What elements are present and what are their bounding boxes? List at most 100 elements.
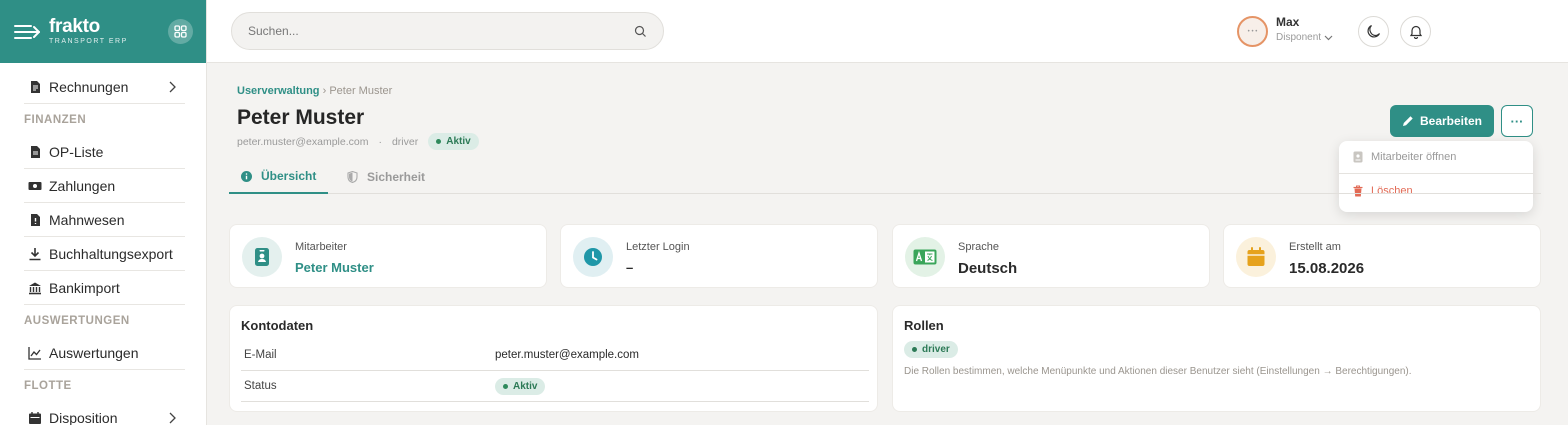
search-box [231,12,664,50]
tab-label: Übersicht [261,169,317,183]
notifications-button[interactable] [1400,16,1431,47]
dark-mode-button[interactable] [1358,16,1389,47]
account-row-email: E-Mail peter.muster@example.com [241,340,869,371]
page-title: Peter Muster [237,106,365,129]
more-icon: ··· [1510,113,1524,129]
search-icon[interactable] [634,25,647,38]
tab-sicherheit[interactable]: Sicherheit [335,160,437,194]
sidebar-item-mahnwesen[interactable]: Mahnwesen [24,203,185,237]
sidebar-item-label: Buchhaltungsexport [49,245,173,262]
user-meta: peter.muster@example.com · driver Aktiv [237,133,479,150]
clock-icon [584,248,602,266]
sidebar-item-rechnungen[interactable]: Rechnungen [24,70,185,104]
info-icon [241,170,252,182]
user-role-label: Disponent [1276,32,1322,43]
status-dot [503,383,508,389]
money-icon [28,181,42,190]
user-email: peter.muster@example.com [237,135,369,148]
field-value: peter.muster@example.com [495,349,639,361]
sidebar-item-label: Mahnwesen [49,211,125,228]
stat-icon-wrap [573,237,613,277]
status-badge: Aktiv [428,133,479,150]
breadcrumb-separator: › [322,85,327,97]
role-badge-label: driver [922,344,950,355]
status-badge-label: Aktiv [446,136,471,147]
calendar-icon [29,411,41,424]
stat-icon-wrap [905,237,945,277]
tab-bar: Übersicht Sicherheit [229,160,1541,194]
sidebar-item-label: Auswertungen [49,344,139,361]
stat-icon-wrap [242,237,282,277]
section-auswertungen: AUSWERTUNGEN [24,314,130,327]
warning-document-icon [31,213,40,226]
stat-card-erstellt-am: Erstellt am 15.08.2026 [1223,224,1541,288]
field-label: Status [244,380,277,392]
tab-label: Sicherheit [367,170,426,184]
download-icon [29,247,41,260]
stat-value: 15.08.2026 [1289,260,1365,277]
tab-uebersicht[interactable]: Übersicht [229,160,329,194]
chevron-right-icon [169,81,176,93]
chevron-down-icon [1324,35,1333,40]
sidebar-item-auswertungen[interactable]: Auswertungen [24,336,185,370]
more-actions-button[interactable]: ··· [1501,105,1533,137]
pencil-icon [1402,116,1413,126]
id-badge-icon [255,248,269,266]
document-icon [31,145,40,158]
roles-hint: Die Rollen bestimmen, welche Menüpunkte … [904,366,1412,377]
brand-header: frakto TRANSPORT ERP [0,0,206,63]
bank-icon [29,282,41,294]
stat-icon-wrap [1236,237,1276,277]
chart-line-icon [28,346,41,360]
sidebar-item-bankimport[interactable]: Bankimport [24,271,185,305]
roles-panel: Rollen driver Die Rollen bestimmen, welc… [892,305,1541,412]
logo-name: frakto [49,16,100,37]
invoice-icon [31,80,40,93]
edit-button[interactable]: Bearbeiten [1390,105,1494,137]
search-input[interactable] [248,24,634,38]
sidebar-item-zahlungen[interactable]: Zahlungen [24,169,185,203]
field-label: E-Mail [244,349,277,361]
stat-card-mitarbeiter: Mitarbeiter Peter Muster [229,224,547,288]
stat-card-letzter-login: Letzter Login – [560,224,878,288]
moon-icon [1367,24,1381,38]
stat-label: Letzter Login [626,241,690,253]
account-row-status: Status Aktiv [241,371,869,402]
breadcrumb-current: Peter Muster [329,85,393,97]
logo[interactable]: frakto TRANSPORT ERP [49,16,128,45]
stat-card-sprache: Sprache Deutsch [892,224,1210,288]
sidebar-item-label: Zahlungen [49,177,116,194]
panel-title: Kontodaten [241,318,314,333]
section-finanzen: FINANZEN [24,113,87,126]
breadcrumb-userverwaltung[interactable]: Userverwaltung [237,85,320,97]
apps-grid-button[interactable] [168,19,193,44]
sidebar-item-label: OP-Liste [49,143,104,160]
avatar[interactable]: • • • [1237,16,1268,47]
sidebar: frakto TRANSPORT ERP Rechnungen FINANZEN… [0,0,207,425]
sidebar-item-label: Rechnungen [49,78,129,95]
stat-label: Sprache [958,241,999,253]
sidebar-item-op-liste[interactable]: OP-Liste [24,135,185,169]
stat-label: Erstellt am [1289,241,1341,253]
user-role-text: driver [391,135,419,148]
shield-icon [347,171,358,183]
stat-label: Mitarbeiter [295,241,347,253]
user-name[interactable]: Max [1276,15,1299,29]
menu-toggle-icon[interactable] [14,22,40,42]
calendar-icon [1247,247,1265,266]
stat-value-employee-link[interactable]: Peter Muster [295,260,374,275]
language-icon [913,249,937,265]
role-dot [912,347,917,352]
sidebar-item-label: Bankimport [49,279,120,296]
grid-icon [174,25,187,38]
stat-value: Deutsch [958,260,1018,277]
status-dot [436,139,442,144]
panel-title: Rollen [904,318,944,333]
breadcrumb: Userverwaltung › Peter Muster [237,85,392,97]
logo-subtitle: TRANSPORT ERP [49,38,128,45]
user-role[interactable]: Disponent [1276,32,1333,43]
sidebar-item-label: Disposition [49,409,118,425]
sidebar-item-buchhaltungsexport[interactable]: Buchhaltungsexport [24,237,185,271]
stat-value: – [626,260,634,275]
sidebar-item-disposition[interactable]: Disposition [24,401,185,425]
